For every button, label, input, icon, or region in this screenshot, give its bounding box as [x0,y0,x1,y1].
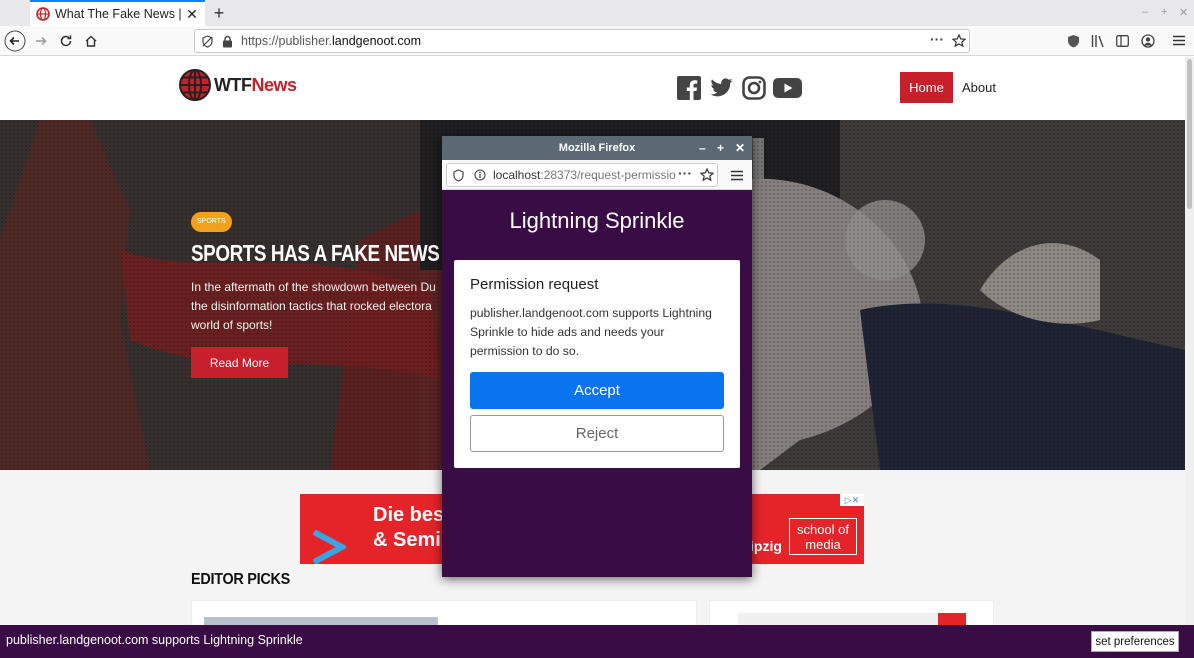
close-tab-icon[interactable]: ✕ [185,6,199,23]
site-logo[interactable]: WTF News [179,69,297,101]
popup-bookmark-star-icon[interactable] [700,168,714,182]
hero-title[interactable]: SPORTS HAS A FAKE NEWS PR [191,240,470,267]
editor-picks-heading: EDITOR PICKS [191,571,290,588]
popup-close-icon[interactable]: ✕ [735,136,745,160]
permission-heading: Permission request [470,276,599,293]
ad-choices-icon[interactable]: ▷✕ [840,494,864,506]
popup-address-bar[interactable]: localhost:28373/request-permissio ··· [446,163,718,187]
popup-minimize-icon[interactable]: – [699,136,706,160]
site-header: WTF News Home About [0,57,1185,120]
nav-about-link[interactable]: About [962,80,996,95]
info-icon[interactable] [474,169,486,181]
address-bar[interactable]: https://publisher.landgenoot.com ··· [194,29,970,53]
accept-button[interactable]: Accept [470,372,724,409]
extension-app-name: Lightning Sprinkle [509,208,685,233]
popup-menu-icon[interactable] [731,170,743,181]
popup-url-text[interactable]: localhost:28373/request-permissio [493,168,678,182]
ad-line-2: & Semi [373,529,441,551]
reject-button[interactable]: Reject [470,415,724,452]
maximize-icon[interactable]: + [1161,6,1167,18]
permission-body-text: publisher.landgenoot.com supports Lightn… [470,306,712,358]
forward-icon [36,36,47,46]
bookmark-star-icon[interactable] [952,34,966,48]
twitter-icon[interactable] [709,76,734,100]
minimize-icon[interactable]: – [1142,6,1148,18]
popup-maximize-icon[interactable]: + [717,136,724,160]
tracking-protection-icon[interactable] [201,35,214,48]
chevron-right-icon [312,530,346,564]
close-window-icon[interactable]: ✕ [1179,6,1188,19]
popup-page-actions-icon[interactable]: ··· [678,165,692,181]
page-actions-icon[interactable]: ··· [930,31,944,47]
reload-icon [60,35,72,47]
sidebar-icon[interactable] [1116,35,1129,47]
logo-news-text: News [251,74,297,95]
back-button[interactable] [4,30,26,52]
popup-shield-icon[interactable] [453,169,464,182]
instagram-icon[interactable] [742,76,766,100]
globe-logo-icon [179,69,211,101]
tab-bar: What The Fake News | La ✕ + – + ✕ [0,0,1194,26]
ad-line-1: Die bes [373,504,445,526]
ad-school-logo: school of media [789,518,857,555]
reload-button[interactable] [55,30,77,52]
permission-popup-window: Mozilla Firefox – + ✕ localhost:28373/re… [442,136,752,577]
hero-excerpt: In the aftermath of the showdown between… [191,280,436,332]
logo-wtf-text: WTF [214,74,252,95]
account-icon[interactable] [1141,34,1155,48]
notification-bar: publisher.landgenoot.com supports Lightn… [0,625,1194,658]
page-scrollbar[interactable] [1185,57,1194,630]
browser-tab[interactable]: What The Fake News | La ✕ [30,0,205,26]
menu-icon[interactable] [1173,35,1185,46]
popup-nav-toolbar: localhost:28373/request-permissio ··· [442,160,752,190]
read-more-button[interactable]: Read More [191,347,288,378]
nav-home-link[interactable]: Home [900,72,953,103]
youtube-icon[interactable] [773,76,802,100]
library-icon[interactable] [1091,35,1105,47]
permission-card: Permission request publisher.landgenoot.… [454,260,740,468]
globe-icon [36,7,50,21]
home-button[interactable] [80,30,102,52]
lock-icon[interactable] [222,35,233,48]
url-text[interactable]: https://publisher.landgenoot.com [241,34,421,48]
notification-message: publisher.landgenoot.com supports Lightn… [6,633,303,647]
ad-city-text: ipzig [750,538,782,554]
tab-title: What The Fake News | La [55,7,185,21]
new-tab-button[interactable]: + [210,3,228,23]
forward-button[interactable] [30,30,52,52]
nav-toolbar: https://publisher.landgenoot.com ··· [0,26,1194,56]
set-preferences-button[interactable]: set preferences [1091,631,1179,652]
popup-window-title: Mozilla Firefox [558,142,636,154]
category-badge[interactable]: SPORTS [191,212,232,232]
home-icon [85,35,97,47]
popup-titlebar[interactable]: Mozilla Firefox – + ✕ [442,136,752,160]
shield-extension-icon[interactable] [1067,34,1080,48]
back-icon [4,30,26,52]
scrollbar-thumb[interactable] [1187,59,1192,209]
facebook-icon[interactable] [677,76,701,100]
